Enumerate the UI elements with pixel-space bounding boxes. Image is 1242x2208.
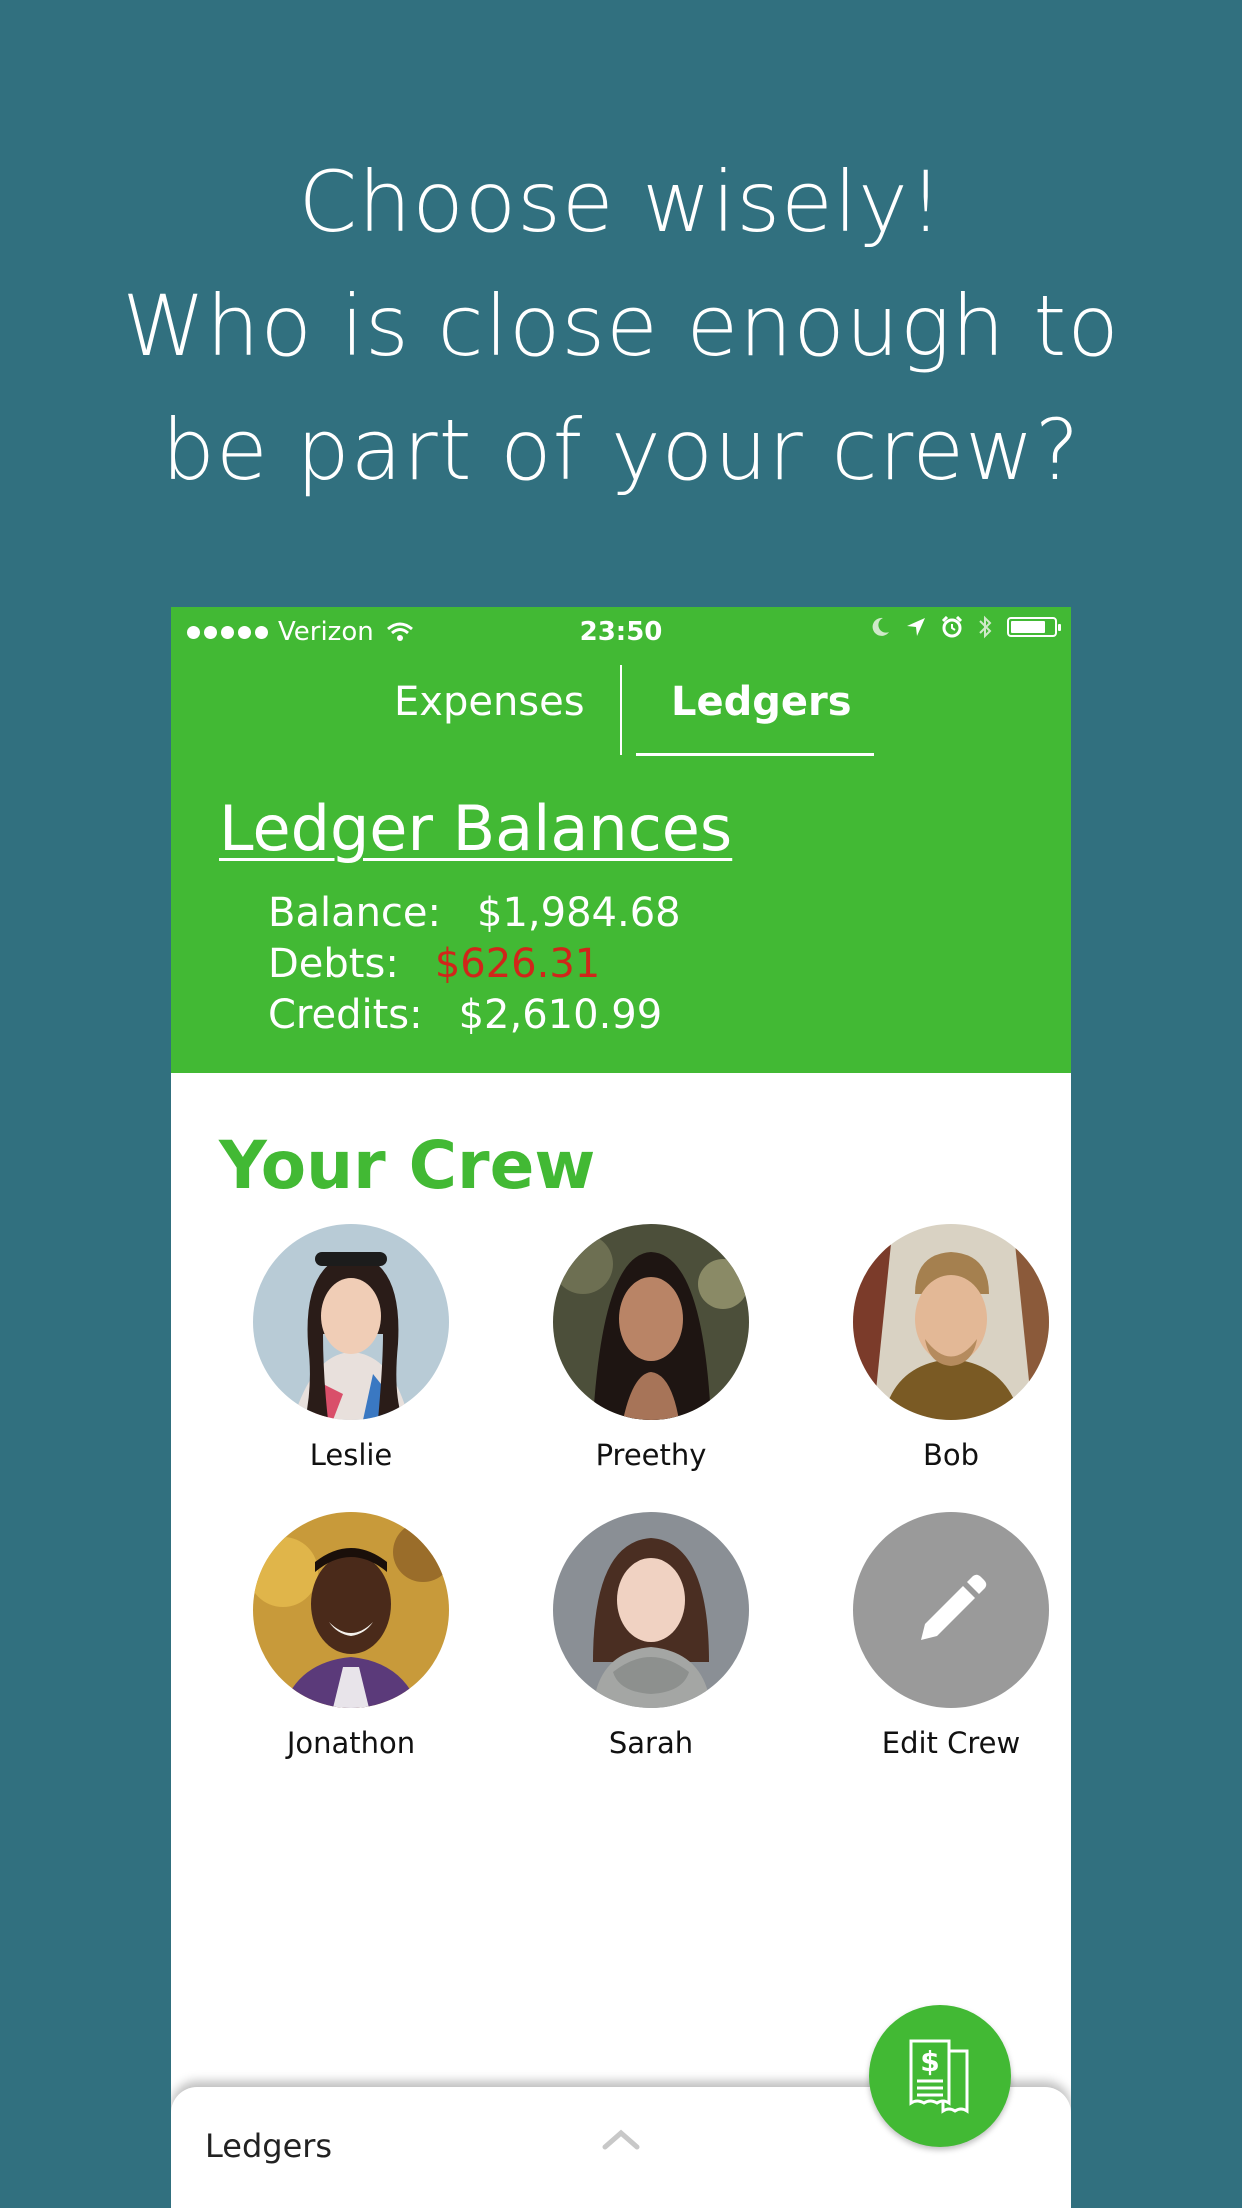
- credits-value: $2,610.99: [458, 992, 663, 1038]
- member-name: Bob: [922, 1438, 980, 1472]
- segment-tabs: Expenses Ledgers: [171, 657, 1071, 757]
- active-tab-indicator: [636, 753, 874, 756]
- your-crew-title: Your Crew: [219, 1127, 596, 1204]
- bluetooth-icon: [979, 615, 992, 639]
- battery-icon: [1007, 617, 1061, 637]
- tab-divider: [620, 665, 622, 755]
- headline-line-2: Who is close enough to: [122, 277, 1120, 375]
- promo-headline: Choose wisely! Who is close enough to be…: [0, 140, 1242, 512]
- edit-crew-label: Edit Crew: [881, 1726, 1021, 1760]
- crew-member-leslie[interactable]: Leslie: [221, 1224, 481, 1472]
- edit-crew-button[interactable]: Edit Crew: [821, 1512, 1071, 1760]
- headline-line-1: Choose wisely!: [298, 153, 944, 251]
- location-icon: [907, 618, 925, 636]
- ledger-balances-title[interactable]: Ledger Balances: [219, 792, 732, 865]
- member-name: Jonathon: [286, 1726, 416, 1760]
- avatar[interactable]: [853, 1224, 1049, 1420]
- status-bar: Verizon 23:50: [171, 607, 1071, 657]
- tab-ledgers[interactable]: Ledgers: [671, 679, 852, 725]
- edit-crew-circle[interactable]: [853, 1512, 1049, 1708]
- status-right: [869, 615, 1061, 639]
- bottom-sheet-label: Ledgers: [205, 2127, 333, 2165]
- add-expense-fab[interactable]: $: [869, 2005, 1011, 2147]
- phone-screen: Verizon 23:50 Expenses Ledgers Ledger Ba…: [171, 607, 1071, 2208]
- balance-label: Balance:: [268, 890, 442, 936]
- avatar[interactable]: [253, 1224, 449, 1420]
- chevron-up-icon[interactable]: [601, 2125, 641, 2151]
- crew-member-jonathon[interactable]: Jonathon: [221, 1512, 481, 1760]
- debts-label: Debts:: [268, 941, 399, 987]
- balance-value: $1,984.68: [477, 890, 681, 936]
- pencil-icon: [921, 1574, 987, 1640]
- crew-member-sarah[interactable]: Sarah: [521, 1512, 781, 1760]
- member-name: Leslie: [309, 1438, 393, 1472]
- debts-row: Debts: $626.31: [268, 941, 600, 987]
- member-name: Sarah: [608, 1726, 694, 1760]
- svg-text:$: $: [920, 2045, 939, 2078]
- crew-member-preethy[interactable]: Preethy: [521, 1224, 781, 1472]
- member-name: Preethy: [595, 1438, 707, 1472]
- crew-member-bob[interactable]: Bob: [821, 1224, 1071, 1472]
- moon-icon: [872, 617, 889, 636]
- avatar[interactable]: [253, 1512, 449, 1708]
- avatar[interactable]: [553, 1224, 749, 1420]
- avatar[interactable]: [553, 1512, 749, 1708]
- tab-expenses[interactable]: Expenses: [394, 679, 585, 725]
- credits-row: Credits: $2,610.99: [268, 992, 662, 1038]
- headline-line-3: be part of your crew?: [161, 401, 1081, 499]
- header-panel: Verizon 23:50 Expenses Ledgers Ledger Ba…: [171, 607, 1071, 1073]
- credits-label: Credits:: [268, 992, 423, 1038]
- receipt-dollar-icon: $: [909, 2039, 969, 2114]
- debts-value: $626.31: [434, 941, 601, 987]
- balance-row: Balance: $1,984.68: [268, 890, 681, 936]
- alarm-icon: [941, 616, 963, 638]
